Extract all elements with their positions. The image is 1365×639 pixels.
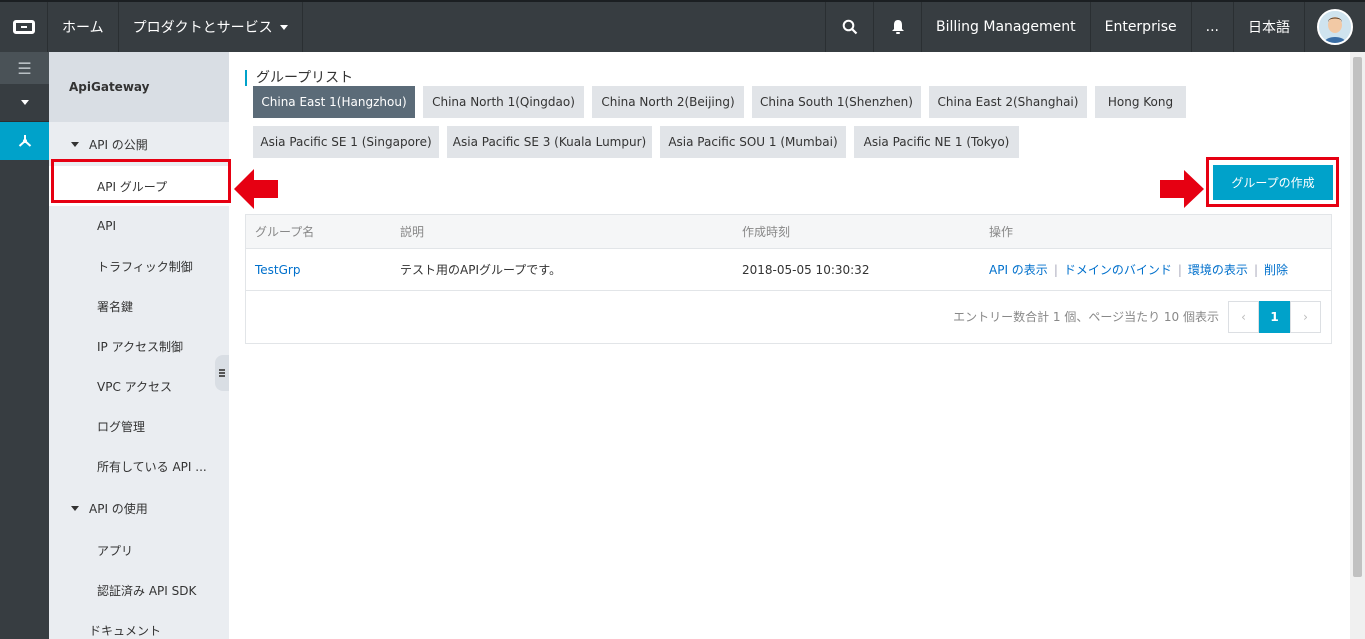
page-title: グループリスト	[245, 70, 353, 86]
section-label: API の使用	[89, 501, 148, 516]
top-navigation-bar: ホーム プロダクトとサービス Billing Management Enterp…	[0, 0, 1365, 52]
region-tab-tokyo[interactable]: Asia Pacific NE 1 (Tokyo)	[854, 126, 1019, 158]
view-environment-link[interactable]: 環境の表示	[1188, 263, 1248, 277]
caret-down-icon	[71, 505, 79, 511]
search-button[interactable]	[826, 2, 874, 52]
group-table: グループ名 説明 作成時刻 操作 TestGrp テスト用のAPIグループです。…	[245, 214, 1332, 344]
pagination: ‹ 1 ›	[1228, 301, 1321, 333]
topbar-spacer	[303, 2, 826, 52]
region-tab-singapore[interactable]: Asia Pacific SE 1 (Singapore)	[253, 126, 439, 158]
row-actions: API の表示 | ドメインのバインド | 環境の表示 | 削除	[989, 261, 1288, 278]
region-tab-china-north-2[interactable]: China North 2(Beijing)	[592, 86, 744, 118]
user-menu[interactable]	[1305, 2, 1365, 52]
sidebar-item-log-management[interactable]: ログ管理	[49, 406, 229, 446]
pagination-page-1[interactable]: 1	[1259, 301, 1290, 333]
menu-toggle-button[interactable]: ☰	[0, 52, 49, 84]
sidebar-item-traffic-control[interactable]: トラフィック制御	[49, 246, 229, 286]
region-tab-china-north-1[interactable]: China North 1(Qingdao)	[423, 86, 584, 118]
region-tab-china-east-2[interactable]: China East 2(Shanghai)	[929, 86, 1087, 118]
chevron-down-icon	[279, 24, 288, 30]
sidebar: ApiGateway API の公開 API グループ API トラフィック制御…	[49, 52, 229, 639]
table-header: グループ名 説明 作成時刻 操作	[246, 215, 1331, 249]
scrollbar-thumb[interactable]	[1353, 57, 1362, 577]
group-name-link[interactable]: TestGrp	[255, 263, 300, 277]
column-header-actions: 操作	[989, 225, 1014, 239]
create-group-button[interactable]: グループの作成	[1213, 165, 1333, 200]
group-description: テスト用のAPIグループです。	[400, 263, 562, 277]
arrow-right-icon	[1160, 170, 1204, 208]
products-menu[interactable]: プロダクトとサービス	[119, 2, 303, 52]
bell-icon	[891, 20, 904, 34]
pagination-info: エントリー数合計 1 個、ページ当たり 10 個表示	[953, 310, 1219, 324]
sidebar-collapse-handle[interactable]	[215, 355, 229, 391]
sidebar-title: ApiGateway	[49, 52, 229, 122]
sidebar-section-use[interactable]: API の使用	[49, 486, 229, 530]
enterprise-link[interactable]: Enterprise	[1091, 2, 1192, 52]
caret-down-icon	[71, 141, 79, 147]
table-row: TestGrp テスト用のAPIグループです。 2018-05-05 10:30…	[246, 249, 1331, 291]
rail-expand-button[interactable]	[0, 84, 49, 122]
api-gateway-icon	[18, 135, 31, 147]
sidebar-item-sdk[interactable]: 認証済み API SDK	[49, 570, 229, 610]
section-label: API の公開	[89, 137, 148, 152]
column-header-description: 説明	[400, 225, 425, 239]
chevron-down-icon	[20, 100, 29, 105]
view-api-link[interactable]: API の表示	[989, 263, 1048, 277]
separator: |	[1177, 263, 1182, 277]
bind-domain-link[interactable]: ドメインのバインド	[1064, 263, 1172, 277]
sidebar-item-vpc-access[interactable]: VPC アクセス	[49, 366, 229, 406]
billing-management-link[interactable]: Billing Management	[922, 2, 1091, 52]
pagination-next-button[interactable]: ›	[1290, 301, 1321, 333]
sidebar-item-owned-api[interactable]: 所有している API ...	[49, 446, 229, 486]
separator: |	[1253, 263, 1258, 277]
sidebar-item-apps[interactable]: アプリ	[49, 530, 229, 570]
column-header-created: 作成時刻	[742, 225, 791, 239]
region-tab-china-east-1[interactable]: China East 1(Hangzhou)	[253, 86, 415, 118]
user-avatar-icon	[1319, 11, 1351, 43]
avatar	[1317, 9, 1353, 45]
page-scrollbar[interactable]	[1350, 52, 1365, 639]
collapse-icon	[219, 368, 225, 378]
arrow-left-icon	[234, 169, 278, 209]
hamburger-icon: ☰	[17, 58, 32, 78]
product-rail: ☰	[0, 52, 49, 639]
delete-link[interactable]: 削除	[1264, 263, 1288, 277]
home-link[interactable]: ホーム	[48, 2, 119, 52]
products-label: プロダクトとサービス	[132, 20, 273, 36]
language-selector[interactable]: 日本語	[1234, 2, 1305, 52]
column-header-name: グループ名	[255, 225, 315, 239]
group-created-time: 2018-05-05 10:30:32	[742, 262, 870, 277]
region-tab-kuala-lumpur[interactable]: Asia Pacific SE 3 (Kuala Lumpur)	[447, 126, 652, 158]
sidebar-item-api[interactable]: API	[49, 206, 229, 246]
region-tab-mumbai[interactable]: Asia Pacific SOU 1 (Mumbai)	[660, 126, 846, 158]
pagination-prev-button[interactable]: ‹	[1228, 301, 1259, 333]
sidebar-item-ip-access-control[interactable]: IP アクセス制御	[49, 326, 229, 366]
region-tab-hong-kong[interactable]: Hong Kong	[1095, 86, 1186, 118]
sidebar-item-signature-key[interactable]: 署名鍵	[49, 286, 229, 326]
highlight-box-api-group	[51, 159, 231, 203]
api-gateway-rail-item[interactable]	[0, 122, 49, 160]
console-logo-icon[interactable]	[0, 2, 48, 52]
sidebar-item-documents[interactable]: ドキュメント	[49, 610, 229, 639]
notification-button[interactable]	[874, 2, 922, 52]
region-tab-china-south-1[interactable]: China South 1(Shenzhen)	[752, 86, 921, 118]
search-icon	[842, 19, 857, 35]
separator: |	[1053, 263, 1058, 277]
more-menu[interactable]: ...	[1192, 2, 1234, 52]
